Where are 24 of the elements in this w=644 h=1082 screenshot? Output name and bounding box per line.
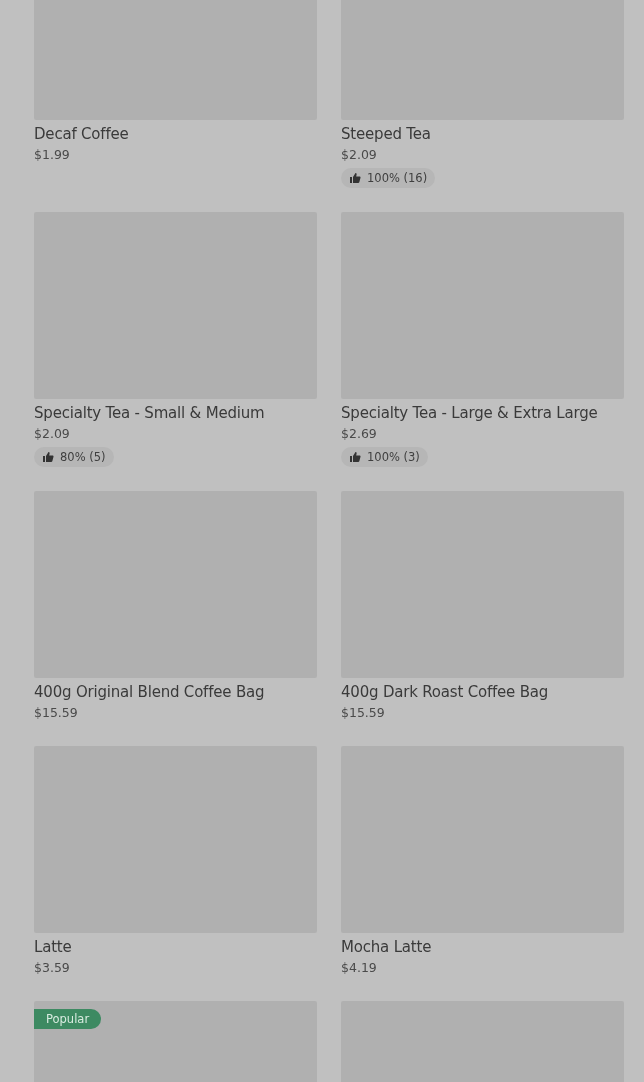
product-name[interactable]: Mocha Latte <box>341 937 624 957</box>
product-price: $2.69 <box>341 425 378 443</box>
product-price: $2.09 <box>341 146 378 164</box>
product-name[interactable]: Specialty Tea - Large & Extra Large <box>341 403 624 423</box>
product-name[interactable]: Latte <box>34 937 317 957</box>
thumbs-up-icon <box>349 451 361 463</box>
product-name[interactable]: 400g Dark Roast Coffee Bag <box>341 682 624 702</box>
popular-badge: Popular <box>34 1009 102 1029</box>
product-price: $1.99 <box>34 146 71 164</box>
rating-text: 80% (5) <box>60 450 106 464</box>
product-price: $2.09 <box>34 425 71 443</box>
product-price: $4.19 <box>341 959 378 977</box>
product-name[interactable]: Decaf Coffee <box>34 124 317 144</box>
rating-text: 100% (3) <box>367 450 420 464</box>
product-price: $15.59 <box>341 704 386 722</box>
product-name[interactable]: Steeped Tea <box>341 124 624 144</box>
product-name[interactable]: 400g Original Blend Coffee Bag <box>34 682 317 702</box>
product-price: $3.59 <box>34 959 71 977</box>
thumbs-up-icon <box>42 451 54 463</box>
thumbs-up-icon <box>349 172 361 184</box>
image-placeholder[interactable]: Popular <box>34 1001 317 1082</box>
product-price: $15.59 <box>34 704 79 722</box>
rating-text: 100% (16) <box>367 171 428 185</box>
product-name[interactable]: Specialty Tea - Small & Medium <box>34 403 317 423</box>
